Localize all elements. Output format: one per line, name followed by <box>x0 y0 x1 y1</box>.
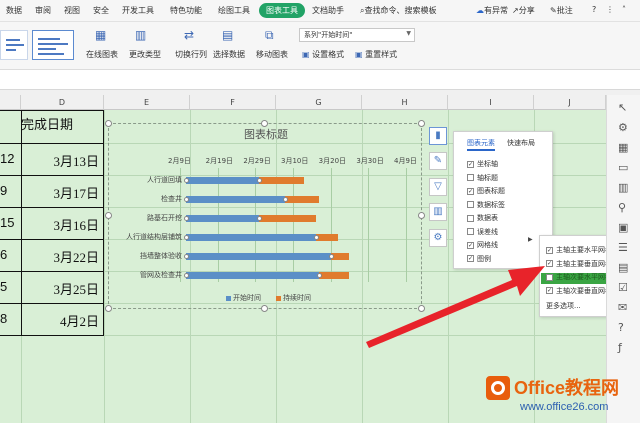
table-icon[interactable]: ▦ <box>618 141 628 154</box>
shape-icon[interactable]: ▭ <box>618 161 628 174</box>
help-icon[interactable]: ? <box>618 321 624 334</box>
office-logo <box>486 376 510 400</box>
grid-icon[interactable]: ▤ <box>618 261 628 274</box>
fx-icon[interactable]: ƒ <box>618 341 622 354</box>
check-icon[interactable]: ☑ <box>618 281 628 294</box>
style-icon[interactable]: ⚙ <box>618 121 628 134</box>
list-icon[interactable]: ☰ <box>618 241 628 254</box>
image-icon[interactable]: ▣ <box>618 221 628 234</box>
filter-icon[interactable]: ⚲ <box>618 201 626 214</box>
watermark-url: www.office26.com <box>520 401 609 413</box>
chart-icon[interactable]: ▥ <box>618 181 628 194</box>
select-icon[interactable]: ↖ <box>618 101 627 114</box>
chat-icon[interactable]: ✉ <box>618 301 627 314</box>
watermark-title: Office教程网 <box>514 378 620 398</box>
red-arrow-annotation <box>366 266 545 348</box>
